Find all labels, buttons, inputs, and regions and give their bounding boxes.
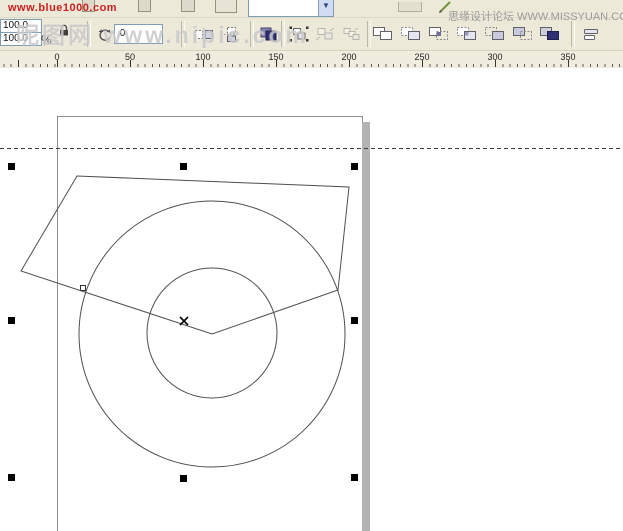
selection-handle-bottom-right[interactable]	[351, 474, 358, 481]
ruler-label: 200	[341, 52, 356, 62]
horizontal-ruler[interactable]: 0 50 100 150 200 250 300 350	[0, 51, 623, 69]
chevron-down-icon[interactable]: ▼	[318, 0, 333, 16]
ruler-major-ticks	[0, 60, 623, 67]
drawing-canvas[interactable]	[0, 68, 623, 531]
watermark-nipic: 昵图网 www.nipic.com	[16, 16, 309, 50]
selection-handle-bottom-left[interactable]	[8, 474, 15, 481]
import-icon[interactable]	[138, 0, 151, 12]
selection-handle-top-center[interactable]	[180, 163, 187, 170]
ruler-label: 300	[487, 52, 502, 62]
ungroup-all-icon[interactable]	[339, 22, 363, 46]
intersect-icon[interactable]	[427, 22, 451, 46]
selection-handle-middle-right[interactable]	[351, 317, 358, 324]
selection-handle-middle-left[interactable]	[8, 317, 15, 324]
polygon-shape[interactable]	[21, 176, 349, 334]
separator	[571, 21, 575, 47]
ruler-label: 100	[195, 52, 210, 62]
ruler-label: 250	[414, 52, 429, 62]
zoom-combobox[interactable]: ▼	[248, 0, 334, 17]
create-boundary-icon[interactable]	[538, 22, 562, 46]
ruler-label: 50	[125, 52, 135, 62]
curve-node[interactable]	[80, 285, 86, 291]
ruler-label: 350	[560, 52, 575, 62]
trim-icon[interactable]	[399, 22, 423, 46]
shape-layer	[0, 68, 623, 531]
weld-icon[interactable]	[371, 22, 395, 46]
ruler-label: 0	[54, 52, 59, 62]
toolbar-label-fragment	[398, 2, 422, 12]
selection-handle-top-left[interactable]	[8, 163, 15, 170]
watermark-missyuan: 思缘设计论坛 WWW.MISSYUAN.COM	[448, 8, 623, 24]
print-preview-icon[interactable]	[215, 0, 237, 13]
selection-handle-bottom-center[interactable]	[180, 475, 187, 482]
align-icon[interactable]	[579, 22, 603, 46]
back-minus-front-icon[interactable]	[511, 22, 535, 46]
watermark-blue1000: www.blue1000.com	[8, 2, 117, 14]
export-icon[interactable]	[181, 0, 195, 12]
ungroup-icon[interactable]	[313, 22, 337, 46]
simplify-icon[interactable]	[455, 22, 479, 46]
coreldraw-window: ▼ 100.0 100.0 % .0	[0, 0, 623, 531]
inner-circle-shape[interactable]	[147, 268, 277, 398]
selection-handle-top-right[interactable]	[351, 163, 358, 170]
front-minus-back-icon[interactable]	[483, 22, 507, 46]
rotation-center-marker[interactable]	[180, 317, 188, 325]
ruler-label: 150	[268, 52, 283, 62]
